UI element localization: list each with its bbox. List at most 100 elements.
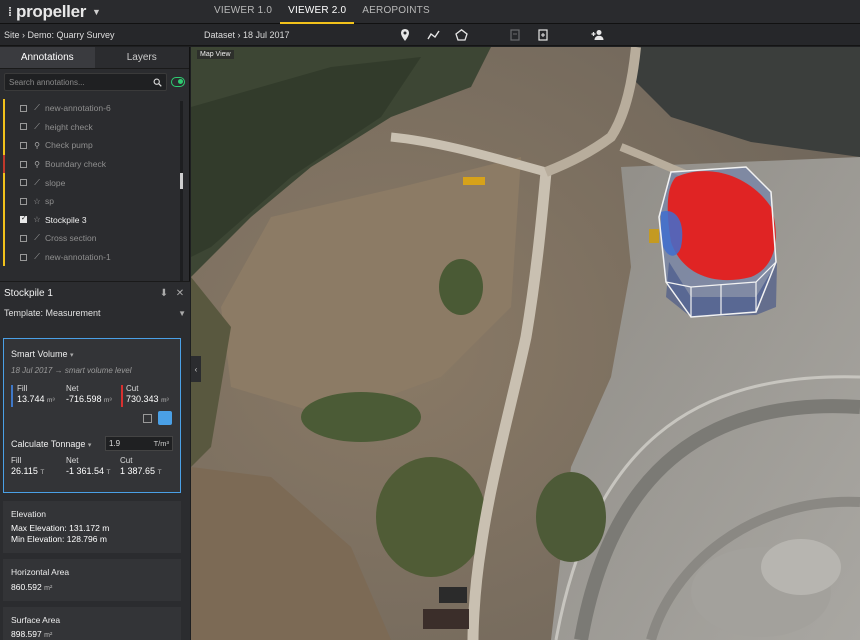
map-view-label: Map View (197, 50, 234, 59)
line-icon: ⟋ (34, 233, 40, 243)
pin-icon[interactable] (398, 28, 412, 42)
surface-area-card: Surface Area 898.597 m² (3, 607, 181, 640)
cut-color-bar (121, 385, 123, 407)
annotation-checkbox[interactable] (20, 179, 27, 187)
map-toolbar (398, 28, 604, 42)
net-volume: Net -716.598 m³ (66, 384, 112, 404)
annotation-color-marker (3, 229, 5, 248)
annotation-list-item[interactable]: ⚲ Boundary check (0, 154, 190, 174)
annotation-label: Check pump (45, 140, 93, 151)
polygon-icon[interactable] (454, 28, 468, 42)
context-bar: Site › Demo: Quarry Survey Dataset › 18 … (0, 24, 860, 46)
annotation-list-item[interactable]: ⟋ height check (0, 117, 190, 137)
annotation-list-item[interactable]: ☆ Stockpile 3 (0, 210, 190, 230)
annotation-checkbox[interactable] (20, 197, 27, 205)
dataset-selector[interactable]: Dataset › 18 Jul 2017 (196, 30, 396, 40)
breadcrumb[interactable]: Site › Demo: Quarry Survey (0, 30, 196, 40)
annotation-label: Stockpile 3 (45, 214, 87, 225)
annotation-list-item[interactable]: ⟋ new-annotation-1 (0, 247, 190, 267)
cut-tonnage: Cut 1 387.65 T (120, 456, 162, 476)
annotation-checkbox[interactable] (20, 141, 27, 149)
sidebar-tabs: Annotations Layers (0, 47, 189, 69)
volume-view-controls (143, 411, 172, 425)
fill-volume: Fill 13.744 m³ (17, 384, 55, 404)
map-view[interactable]: Map View ‹ (191, 47, 860, 640)
detail-header: Stockpile 1 ⬇ ✕ (0, 282, 190, 304)
annotation-label: Boundary check (45, 159, 106, 170)
line-icon: ⟋ (34, 177, 40, 187)
annotation-color-marker (3, 99, 5, 118)
annotation-checkbox[interactable] (20, 123, 27, 131)
annotation-checkbox[interactable] (20, 214, 27, 224)
star-icon: ☆ (33, 196, 41, 206)
line-icon: ⟋ (34, 103, 40, 113)
add-user-icon[interactable] (590, 28, 604, 42)
tab-layers[interactable]: Layers (95, 47, 190, 68)
search-box (4, 73, 167, 91)
annotation-checkbox[interactable] (20, 253, 27, 261)
annotation-label: new-annotation-1 (45, 252, 111, 263)
search-row (0, 69, 189, 95)
surface-area-value: 898.597 m² (11, 629, 53, 639)
annotation-detail-panel: Stockpile 1 ⬇ ✕ Template: Measurement ▼ … (0, 281, 190, 640)
annotation-color-marker (3, 247, 5, 267)
fill-color-bar (11, 385, 13, 407)
visibility-toggle[interactable] (171, 77, 185, 87)
template-label: Template: Measurement (4, 308, 101, 318)
report-icon[interactable] (536, 28, 550, 42)
calculate-tonnage-title[interactable]: Calculate Tonnage ▾ (11, 439, 91, 449)
horizontal-area-title: Horizontal Area (11, 567, 70, 577)
annotation-checkbox[interactable] (20, 104, 27, 112)
annotation-list-item[interactable]: ⟋ new-annotation-6 (0, 99, 190, 118)
detail-title: Stockpile 1 (4, 287, 53, 299)
table-view-icon[interactable] (143, 413, 152, 423)
annotation-checkbox[interactable] (20, 160, 27, 168)
annotation-color-marker (3, 117, 5, 137)
collapse-sidebar-button[interactable]: ‹ (191, 356, 201, 382)
annotation-color-marker (3, 173, 5, 192)
elevation-card: Elevation Max Elevation: 131.172 m Min E… (3, 501, 181, 553)
chevron-down-icon[interactable]: ▼ (92, 7, 101, 17)
stockpile-volume-overlay[interactable] (658, 166, 777, 318)
app-logo[interactable]: ⁞ propeller ▼ (0, 2, 192, 22)
tab-viewer-2[interactable]: VIEWER 2.0 (280, 0, 355, 24)
cut-volume: Cut 730.343 m³ (126, 384, 169, 404)
annotation-list-item[interactable]: ⚲ Check pump (0, 136, 190, 155)
annotation-label: slope (45, 177, 66, 188)
line-icon: ⟋ (34, 121, 40, 131)
polyline-icon[interactable] (426, 28, 440, 42)
scrollbar-thumb[interactable] (180, 173, 183, 189)
annotation-list-item[interactable]: ☆ sp (0, 191, 190, 211)
search-input[interactable] (9, 77, 153, 87)
annotation-list-item[interactable]: ⟋ Cross section (0, 229, 190, 248)
close-icon[interactable]: ✕ (174, 288, 186, 299)
template-selector[interactable]: Template: Measurement ▼ (0, 304, 190, 322)
tab-aeropoints[interactable]: AEROPOINTS (354, 0, 438, 24)
3d-view-button[interactable] (158, 411, 172, 425)
top-bar: ⁞ propeller ▼ VIEWER 1.0 VIEWER 2.0 AERO… (0, 0, 860, 24)
line-icon: ⟋ (34, 252, 40, 262)
annotation-color-marker (3, 210, 5, 230)
smart-volume-title[interactable]: Smart Volume ▾ (11, 349, 74, 359)
annotation-checkbox[interactable] (20, 234, 27, 242)
elevation-title: Elevation (11, 509, 46, 519)
tab-annotations[interactable]: Annotations (0, 47, 95, 68)
sidebar: Annotations Layers ⟋ new-annotation-6 ⟋ hei… (0, 47, 190, 640)
download-icon[interactable]: ⬇ (158, 288, 170, 299)
search-icon[interactable] (153, 78, 162, 87)
density-input[interactable]: 1.9 T/m³ (105, 436, 173, 451)
annotation-color-marker (3, 136, 5, 155)
pin-icon: ⚲ (34, 159, 40, 169)
annotation-label: new-annotation-6 (45, 103, 111, 114)
logo-text: propeller (16, 1, 87, 21)
logo-mark-icon: ⁞ (8, 4, 12, 19)
horizontal-area-value: 860.592 m² (11, 582, 53, 592)
aerial-imagery[interactable] (191, 47, 860, 640)
annotation-list-item[interactable]: ⟋ slope (0, 173, 190, 192)
net-tonnage: Net -1 361.54 T (66, 456, 111, 476)
smart-volume-card: Smart Volume ▾ 18 Jul 2017 → smart volum… (3, 338, 181, 493)
export-icon[interactable] (508, 28, 522, 42)
tab-viewer-1[interactable]: VIEWER 1.0 (206, 0, 280, 24)
annotation-color-marker (3, 154, 5, 174)
max-elevation: Max Elevation: 131.172 m (11, 523, 110, 533)
